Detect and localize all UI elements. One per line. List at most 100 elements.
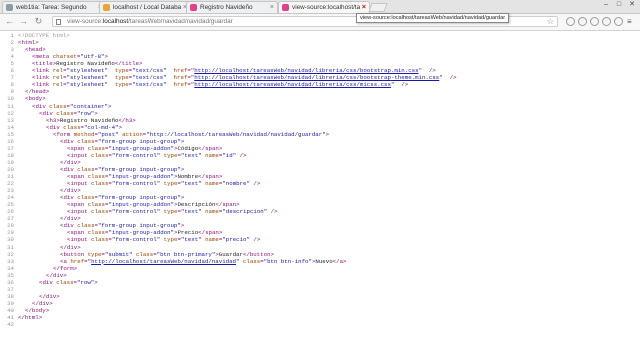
source-code: </div> <box>39 292 60 300</box>
source-line: 13 <h3>Registro Navideño</h3> <box>0 117 640 124</box>
tab-title: localhost / Local Databa <box>113 4 182 11</box>
source-line: 17 <span class="input-group-addon">Código… <box>0 145 640 152</box>
url-path: /tareasWeb/navidad/navidad/guardar <box>128 18 233 25</box>
new-tab-button[interactable] <box>368 3 388 12</box>
source-code: <a href="http://localhost/tareasWeb/navi… <box>60 257 347 265</box>
line-number: 26 <box>7 208 14 216</box>
source-code: <span class="input-group-addon">Precio</… <box>67 229 223 237</box>
line-number: 11 <box>7 102 14 110</box>
source-line: 22 <input class="form-control" type="text… <box>0 180 640 187</box>
source-line: 27 </div> <box>0 215 640 222</box>
source-line: 15 <form method="post" action="http://loc… <box>0 131 640 138</box>
source-line: 9 </head> <box>0 88 640 95</box>
extension-icon[interactable] <box>578 17 587 26</box>
url-host: localhost <box>102 18 129 25</box>
line-number: 28 <box>7 222 14 230</box>
source-code: <input class="form-control" type="text" … <box>67 180 261 188</box>
page-icon <box>56 19 61 25</box>
source-code: <head> <box>25 46 46 54</box>
close-tab-icon[interactable]: × <box>270 2 274 13</box>
source-line: 20 <div class="form-group input-group"> <box>0 166 640 173</box>
source-line: 11 <div class="container"> <box>0 103 640 110</box>
line-number: 23 <box>7 187 14 195</box>
source-line: 30 <input class="form-control" type="text… <box>0 236 640 243</box>
extension-icon[interactable] <box>614 17 623 26</box>
line-number: 21 <box>7 173 14 180</box>
source-code: </div> <box>46 271 67 279</box>
line-number: 3 <box>10 46 14 54</box>
url-scheme: view-source: <box>67 18 103 25</box>
extension-icon[interactable] <box>566 17 575 26</box>
source-code: </head> <box>25 88 50 96</box>
line-number: 6 <box>10 67 14 75</box>
extension-icon[interactable] <box>602 17 611 26</box>
source-code: <div class="form-group input-group"> <box>60 222 185 230</box>
source-line: 16 <div class="form-group input-group"> <box>0 138 640 145</box>
forward-icon[interactable]: → <box>18 16 29 27</box>
source-code: <input class="form-control" type="text" … <box>67 208 278 216</box>
line-number: 27 <box>7 215 14 223</box>
line-number: 10 <box>7 95 14 103</box>
close-window-icon[interactable]: ✕ <box>626 0 638 10</box>
line-number: 17 <box>7 144 14 152</box>
line-number: 29 <box>7 229 14 237</box>
source-code: </div> <box>60 187 81 195</box>
source-line: 35 </div> <box>0 272 640 279</box>
tab-favicon-icon <box>190 4 197 11</box>
line-number: 20 <box>7 165 14 173</box>
line-number: 15 <box>7 130 14 138</box>
bookmark-star-icon[interactable]: ☆ <box>547 17 554 27</box>
source-code: <link rel="stylesheet" type="text/css" h… <box>32 67 436 75</box>
minimize-icon[interactable]: – <box>600 0 612 10</box>
tab-registro-navideno[interactable]: Registro Navideño × <box>186 1 278 13</box>
source-code: <span class="input-group-addon">Nombre</… <box>67 173 223 180</box>
line-number: 30 <box>7 236 14 244</box>
back-icon[interactable]: ← <box>4 16 15 27</box>
source-code: </div> <box>60 243 81 251</box>
line-number: 40 <box>7 306 14 314</box>
source-line: 40 </body> <box>0 307 640 314</box>
source-code: <form method="post" action="http://local… <box>53 130 330 138</box>
source-code: <div class="row"> <box>39 109 98 117</box>
line-number: 35 <box>7 271 14 279</box>
tab-title: web1tia: Tarea: Segundo <box>16 4 87 11</box>
line-number: 9 <box>10 88 14 96</box>
tab-strip: web1tia: Tarea: Segundo × localhost / Lo… <box>0 0 640 14</box>
source-line: 6 <link rel="stylesheet" type="text/css" … <box>0 67 640 74</box>
source-line: 26 <input class="form-control" type="text… <box>0 208 640 215</box>
line-number: 12 <box>7 109 14 117</box>
source-line: 24 <div class="form-group input-group"> <box>0 194 640 201</box>
tab-tooltip: view-source:localhost/tareasWeb/navidad/… <box>356 13 510 23</box>
source-line: 37 <box>0 286 640 293</box>
line-number: 41 <box>7 314 14 321</box>
source-line: 1 <!DOCTYPE html> <box>0 32 640 39</box>
line-number: 38 <box>7 292 14 300</box>
line-number: 25 <box>7 201 14 209</box>
source-view: 1 <!DOCTYPE html> 2 <html> 3 <head> 4 <meta cha… <box>0 32 640 360</box>
reload-icon[interactable]: ↻ <box>33 16 44 27</box>
line-number: 14 <box>7 123 14 131</box>
source-line: 8 <link rel="stylesheet" type="text/css" … <box>0 81 640 88</box>
tab-web1tia[interactable]: web1tia: Tarea: Segundo × <box>2 1 106 13</box>
source-line: 10 <body> <box>0 95 640 102</box>
menu-icon[interactable]: ≡ <box>627 17 632 26</box>
line-number: 39 <box>7 299 14 307</box>
source-line: 19 </div> <box>0 159 640 166</box>
tab-phpmyadmin[interactable]: localhost / Local Databa × <box>99 1 191 13</box>
source-code: <input class="form-control" type="text" … <box>67 236 261 244</box>
line-number: 37 <box>7 285 14 293</box>
source-code: <h3>Registro Navideño</h3> <box>46 116 136 124</box>
source-line: 28 <div class="form-group input-group"> <box>0 222 640 229</box>
maximize-icon[interactable]: □ <box>613 0 625 10</box>
tab-view-source[interactable]: view-source:localhost/ta × <box>278 1 370 13</box>
line-number: 8 <box>10 81 14 89</box>
tab-favicon-icon <box>282 4 289 11</box>
source-code: <div class="container"> <box>32 102 112 110</box>
line-number: 32 <box>7 250 14 258</box>
source-line: 31 </div> <box>0 244 640 251</box>
source-line: 39 </div> <box>0 300 640 307</box>
extension-icon[interactable] <box>590 17 599 26</box>
source-code: <link rel="stylesheet" type="text/css" h… <box>32 81 409 89</box>
source-line: 18 <input class="form-control" type="text… <box>0 152 640 159</box>
close-tab-icon[interactable]: × <box>362 2 366 13</box>
